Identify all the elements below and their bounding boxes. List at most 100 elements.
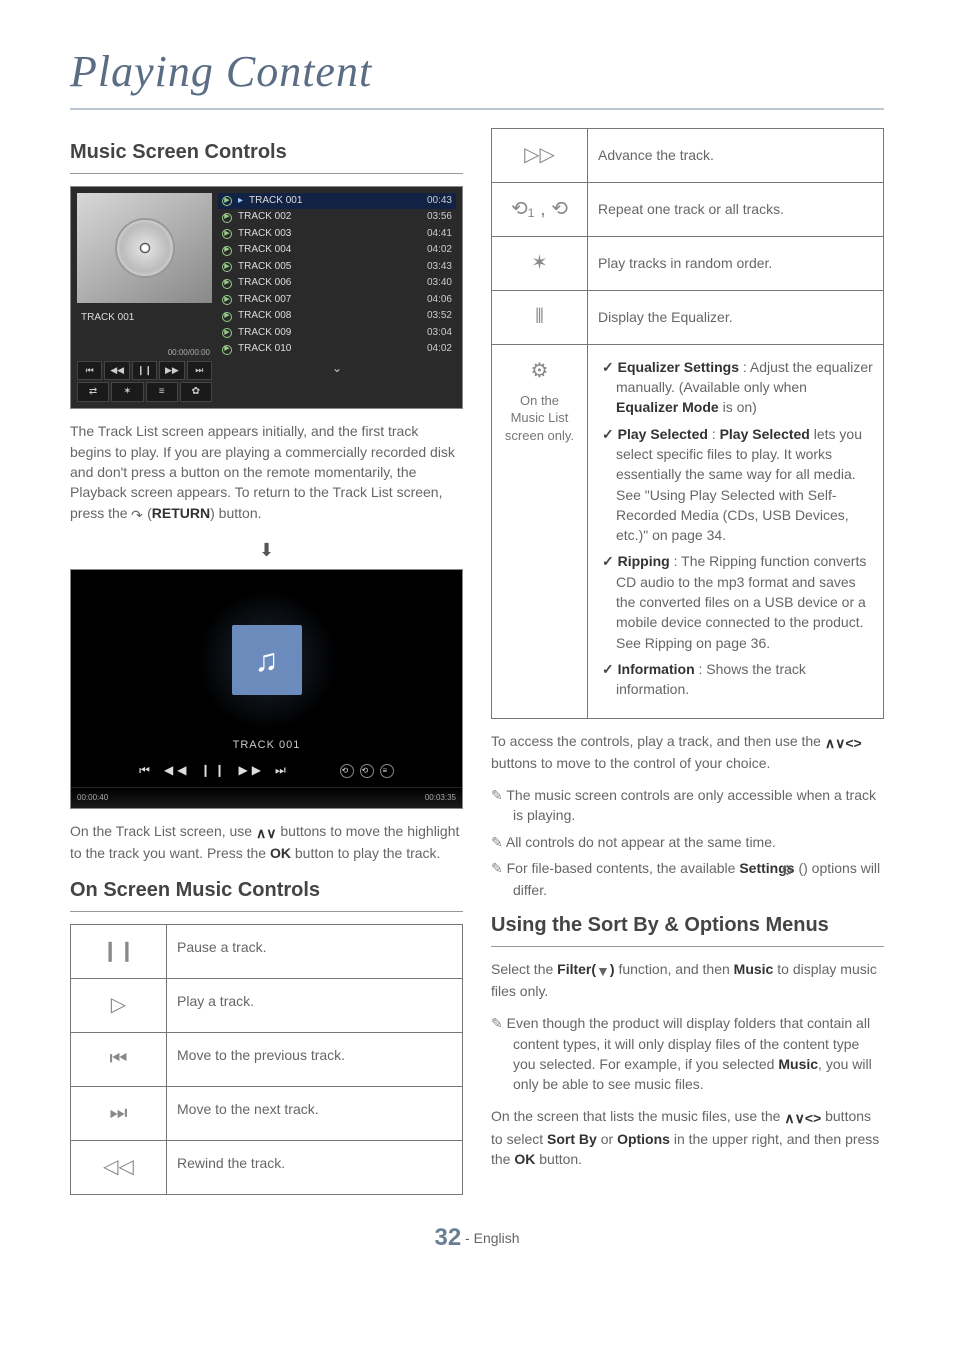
settings-item: Ripping : The Ripping function converts … bbox=[602, 551, 873, 652]
control-icon: ▷▷ bbox=[492, 128, 588, 182]
control-row: ▷Play a track. bbox=[71, 978, 463, 1032]
playback-screenshot: ♫ TRACK 001 ⏮ ◀◀ ❙❙ ▶▶ ⏭ ⟲ ⟲ ≡ 00:00:40 … bbox=[70, 569, 463, 809]
repeat-one-icon[interactable]: ⟲ bbox=[340, 764, 354, 778]
time-readout: 00:00/00:00 bbox=[77, 347, 212, 359]
settings-description: Equalizer Settings : Adjust the equalize… bbox=[588, 344, 884, 718]
track-row[interactable]: ▶TRACK 00704:06 bbox=[218, 292, 456, 309]
control-description: Rewind the track. bbox=[167, 1140, 463, 1194]
track-row[interactable]: ▶TRACK 00903:04 bbox=[218, 325, 456, 342]
repeat-all-icon[interactable]: ⟲ bbox=[360, 764, 374, 778]
note-item: All controls do not appear at the same t… bbox=[491, 832, 884, 852]
track-duration: 03:52 bbox=[427, 309, 452, 324]
filter-icon: ▼ bbox=[596, 961, 610, 981]
play-icon: ▶ bbox=[222, 196, 232, 206]
track-name: TRACK 005 bbox=[238, 260, 421, 275]
control-icon: ❙❙ bbox=[71, 924, 167, 978]
prev-icon[interactable]: ⏮ bbox=[139, 762, 154, 779]
track-name: TRACK 010 bbox=[238, 342, 421, 357]
control-description: Play tracks in random order. bbox=[588, 236, 884, 290]
mini-options-row: ⇄ ✶ ≡ ✿ bbox=[77, 382, 212, 403]
control-row: ❙❙Pause a track. bbox=[71, 924, 463, 978]
play-icon: ▶ bbox=[222, 295, 232, 305]
track-row[interactable]: ▶TRACK 00203:56 bbox=[218, 209, 456, 226]
play-icon: ▶ bbox=[222, 328, 232, 338]
track-name: TRACK 001 bbox=[249, 194, 421, 209]
track-name: TRACK 004 bbox=[238, 243, 421, 258]
control-description: Repeat one track or all tracks. bbox=[588, 182, 884, 236]
play-icon: ▶ bbox=[222, 229, 232, 239]
pause-icon[interactable]: ❙❙ bbox=[132, 361, 157, 380]
next-icon[interactable]: ⏭ bbox=[187, 361, 212, 380]
down-arrow-icon: ⬇ bbox=[70, 537, 463, 563]
rewind-icon[interactable]: ◀◀ bbox=[104, 361, 129, 380]
controls-table-left: ❙❙Pause a track.▷Play a track.⏮Move to t… bbox=[70, 924, 463, 1195]
forward-icon[interactable]: ▶▶ bbox=[239, 762, 265, 779]
settings-item: Equalizer Settings : Adjust the equalize… bbox=[602, 357, 873, 418]
track-duration: 03:43 bbox=[427, 260, 452, 275]
control-icon: ◁◁ bbox=[71, 1140, 167, 1194]
return-icon: ↶ bbox=[131, 505, 143, 525]
control-icon: ▷ bbox=[71, 978, 167, 1032]
gear-icon: ⚙ bbox=[502, 357, 577, 386]
track-row[interactable]: ▶▸TRACK 00100:43 bbox=[218, 193, 456, 210]
track-row[interactable]: ▶ TRACK 010 04:02 bbox=[218, 341, 456, 358]
elapsed-time: 00:00:40 bbox=[77, 792, 108, 804]
prev-icon[interactable]: ⏮ bbox=[77, 361, 102, 380]
page-title: Playing Content bbox=[70, 40, 884, 110]
track-row[interactable]: ▶ TRACK 006 03:40 bbox=[218, 275, 456, 292]
play-icon: ▶ bbox=[222, 279, 232, 289]
up-down-icon: ∧∨ bbox=[256, 823, 277, 843]
track-row[interactable]: ▶TRACK 00404:02 bbox=[218, 242, 456, 259]
control-icon: ✶ bbox=[492, 236, 588, 290]
settings-item: Information : Shows the track informatio… bbox=[602, 659, 873, 700]
track-row[interactable]: ▶TRACK 00503:43 bbox=[218, 259, 456, 276]
control-row: ◁◁Rewind the track. bbox=[71, 1140, 463, 1194]
track-name: TRACK 002 bbox=[238, 210, 421, 225]
next-icon[interactable]: ⏭ bbox=[275, 762, 290, 779]
note-item: The music screen controls are only acces… bbox=[491, 785, 884, 826]
control-row: ⏭Move to the next track. bbox=[71, 1086, 463, 1140]
control-description: Play a track. bbox=[167, 978, 463, 1032]
settings-caption: On the Music List screen only. bbox=[502, 392, 577, 445]
track-duration: 00:43 bbox=[427, 194, 452, 209]
track-row[interactable]: ▶TRACK 00304:41 bbox=[218, 226, 456, 243]
rewind-icon[interactable]: ◀◀ bbox=[164, 762, 190, 779]
selected-track-label: TRACK 001 bbox=[77, 311, 212, 326]
equalizer-icon[interactable]: ≡ bbox=[146, 382, 178, 403]
paragraph-sort-nav: On the screen that lists the music files… bbox=[491, 1106, 884, 1169]
mini-transport-row: ⏮ ◀◀ ❙❙ ▶▶ ⏭ bbox=[77, 361, 212, 380]
control-description: Move to the next track. bbox=[167, 1086, 463, 1140]
play-icon: ▶ bbox=[222, 246, 232, 256]
playback-track-label: TRACK 001 bbox=[71, 738, 462, 754]
control-description: Advance the track. bbox=[588, 128, 884, 182]
pause-icon[interactable]: ❙❙ bbox=[200, 762, 228, 779]
control-description: Move to the previous track. bbox=[167, 1032, 463, 1086]
settings-icon[interactable]: ✿ bbox=[180, 382, 212, 403]
forward-icon[interactable]: ▶▶ bbox=[159, 361, 184, 380]
control-icon: ⏭ bbox=[71, 1086, 167, 1140]
paragraph-access-controls: To access the controls, play a track, an… bbox=[491, 731, 884, 774]
total-time: 00:03:35 bbox=[425, 792, 456, 804]
track-duration: 04:41 bbox=[427, 227, 452, 242]
track-name: TRACK 007 bbox=[238, 293, 421, 308]
playback-art: ♫ bbox=[197, 590, 337, 730]
paragraph-tracklist-intro: The Track List screen appears initially,… bbox=[70, 421, 463, 524]
control-description: Pause a track. bbox=[167, 924, 463, 978]
control-description: Display the Equalizer. bbox=[588, 290, 884, 344]
control-icon: ⟲₁ , ⟲ bbox=[492, 182, 588, 236]
play-icon: ▶ bbox=[222, 345, 232, 355]
track-duration: 03:40 bbox=[427, 276, 452, 291]
nav-arrows-icon: ∧∨<> bbox=[784, 1108, 821, 1128]
repeat-icon[interactable]: ⇄ bbox=[77, 382, 109, 403]
control-row: ⦀Display the Equalizer. bbox=[492, 290, 884, 344]
list-icon[interactable]: ≡ bbox=[380, 764, 394, 778]
control-row: ⟲₁ , ⟲Repeat one track or all tracks. bbox=[492, 182, 884, 236]
shuffle-icon[interactable]: ✶ bbox=[111, 382, 143, 403]
track-row[interactable]: ▶TRACK 00803:52 bbox=[218, 308, 456, 325]
control-row: ▷▷Advance the track. bbox=[492, 128, 884, 182]
section-heading-sort-options: Using the Sort By & Options Menus bbox=[491, 911, 884, 947]
track-name: TRACK 006 bbox=[238, 276, 421, 291]
chevron-down-icon[interactable]: ⌄ bbox=[218, 360, 456, 377]
track-duration: 04:02 bbox=[427, 342, 452, 357]
page-footer: 32 - English bbox=[70, 1221, 884, 1256]
